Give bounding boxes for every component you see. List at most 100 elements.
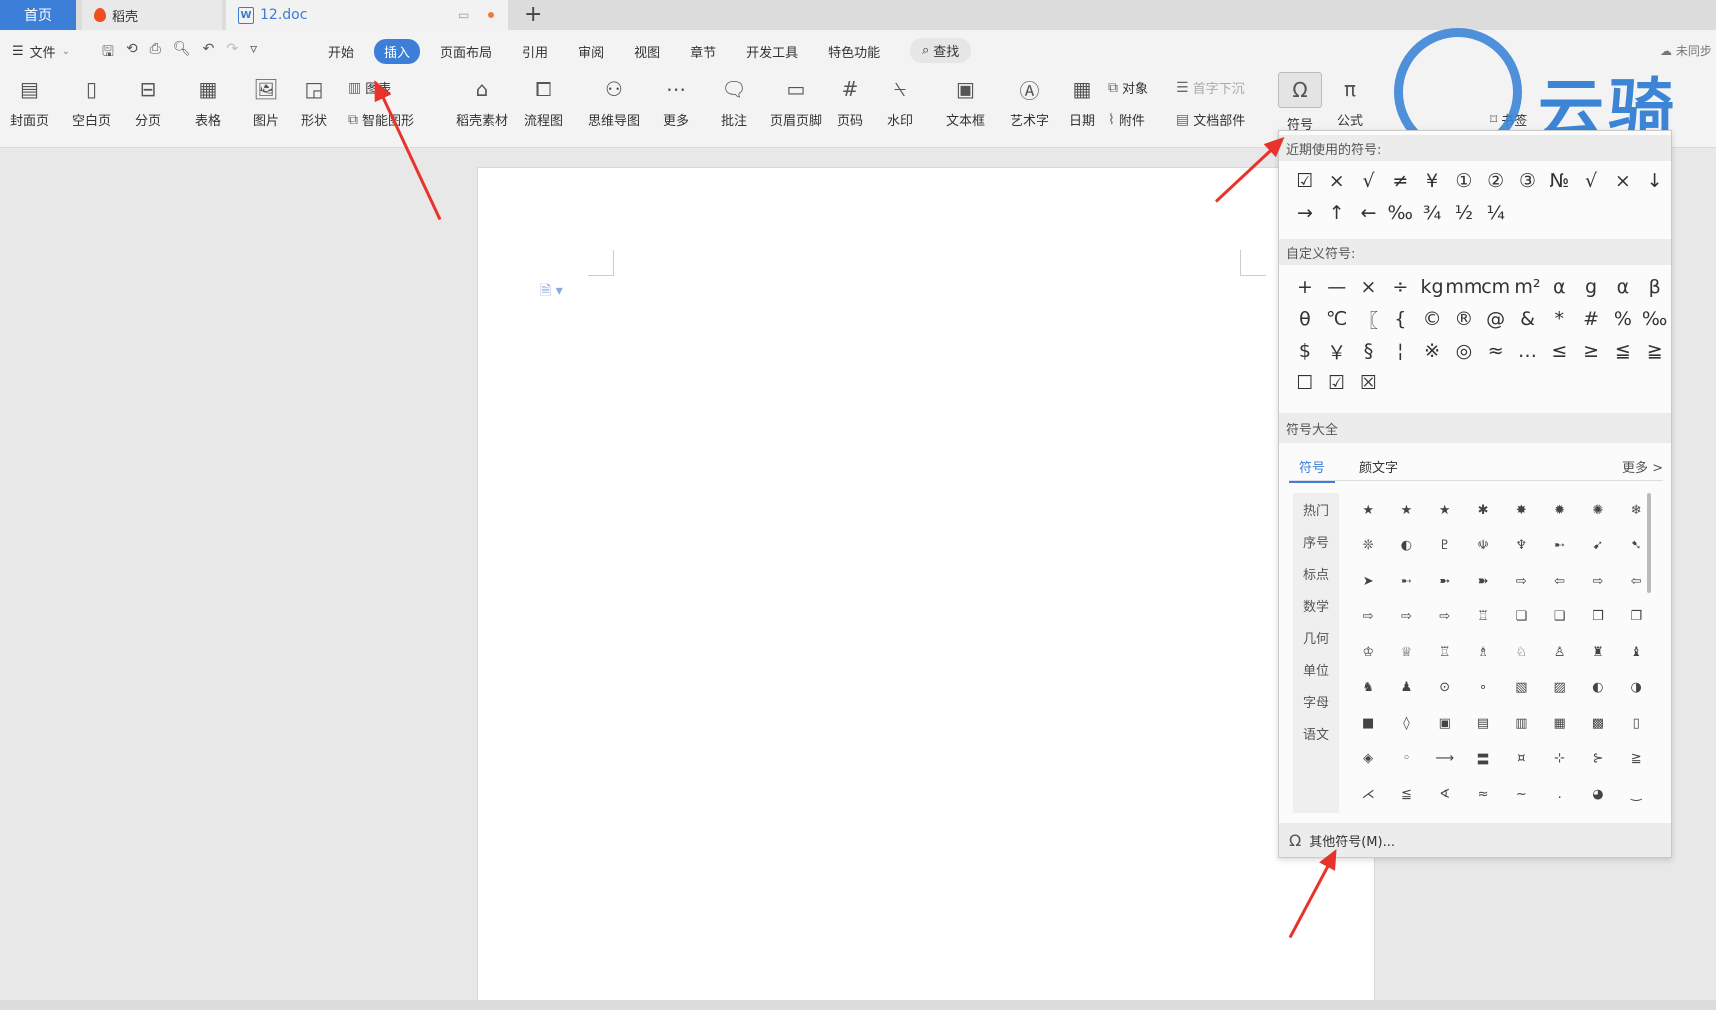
print-icon[interactable]: ⎙ (150, 41, 161, 65)
custom-symbol[interactable]: … (1512, 335, 1544, 367)
catalog-symbol[interactable]: ▣ (1426, 706, 1464, 740)
table-button[interactable]: ▦ 表格 (194, 74, 222, 129)
catalog-symbol[interactable]: ◑ (1617, 671, 1649, 705)
catalog-symbol[interactable]: ♆ (1502, 529, 1540, 563)
mindmap-button[interactable]: ⚇ 思维导图 (588, 74, 640, 129)
custom-symbol[interactable]: ¦ (1384, 335, 1416, 367)
symbol-category-item[interactable]: 热门 (1293, 493, 1339, 525)
catalog-symbol[interactable]: ◈ (1349, 742, 1387, 776)
custom-symbol[interactable]: ÷ (1384, 271, 1416, 303)
custom-symbol[interactable]: β (1639, 271, 1671, 303)
recent-symbol[interactable]: ½ (1448, 197, 1480, 229)
catalog-symbol[interactable]: ▤ (1464, 706, 1502, 740)
paragraph-options-icon[interactable]: 🗎 ▾ (540, 280, 563, 304)
symbol-category-item[interactable]: 标点 (1293, 557, 1339, 589)
recent-symbol[interactable]: ② (1480, 165, 1512, 197)
custom-symbol[interactable]: ☐ (1289, 367, 1321, 399)
catalog-symbol[interactable]: ◐ (1579, 671, 1617, 705)
custom-symbol[interactable]: ￥ (1321, 335, 1353, 367)
custom-symbol[interactable]: ≥ (1575, 335, 1607, 367)
catalog-symbol[interactable]: ★ (1426, 493, 1464, 527)
catalog-symbol[interactable]: ➼ (1426, 564, 1464, 598)
smart-shape-button[interactable]: ⧉ 智能图形 (348, 110, 414, 130)
tab-document[interactable]: W 12.doc ▭ (226, 0, 508, 30)
search-button[interactable]: ⌕ 查找 (910, 38, 972, 63)
catalog-symbol[interactable]: ▩ (1579, 706, 1617, 740)
custom-symbol[interactable]: { (1384, 303, 1416, 335)
symbol-category-item[interactable]: 几何 (1293, 621, 1339, 653)
custom-symbol[interactable]: — (1321, 271, 1353, 303)
custom-symbol[interactable]: * (1543, 303, 1575, 335)
catalog-symbol[interactable]: . (1540, 777, 1578, 811)
recent-symbol[interactable]: √ (1575, 165, 1607, 197)
formula-button[interactable]: π 公式 (1336, 74, 1364, 129)
catalog-symbol[interactable]: ✹ (1540, 493, 1578, 527)
redo-icon[interactable]: ↷ (226, 41, 238, 65)
catalog-symbol[interactable]: ≧ (1617, 742, 1649, 776)
catalog-symbol[interactable]: ⇦ (1540, 564, 1578, 598)
menu-chapter[interactable]: 章节 (680, 39, 726, 64)
custom-symbol[interactable]: mm (1445, 271, 1482, 303)
custom-symbol[interactable]: ≦ (1607, 335, 1639, 367)
tab-kaomoji[interactable]: 颜文字 (1359, 457, 1398, 476)
catalog-symbol[interactable]: ≦ (1387, 777, 1425, 811)
recent-symbol[interactable]: ① (1448, 165, 1480, 197)
daoke-materials-button[interactable]: ⌂ 稻壳素材 (456, 74, 508, 129)
recent-symbol[interactable]: ↑ (1321, 197, 1353, 229)
symbol-category-item[interactable]: 语文 (1293, 717, 1339, 749)
picture-button[interactable]: 🖼︎ 图片 (252, 74, 280, 129)
catalog-symbol[interactable]: ◦ (1387, 742, 1425, 776)
recent-symbol[interactable]: ¾ (1416, 197, 1448, 229)
catalog-symbol[interactable]: ‿ (1617, 777, 1649, 811)
page-break-button[interactable]: ⊟ 分页 (134, 74, 162, 129)
catalog-symbol[interactable]: ¤ (1502, 742, 1540, 776)
menu-start[interactable]: 开始 (318, 39, 364, 64)
custom-symbol[interactable]: cm (1480, 271, 1512, 303)
custom-symbol[interactable]: ※ (1416, 335, 1448, 367)
save-icon[interactable]: 🖫 (102, 41, 114, 65)
catalog-symbol[interactable]: ⇨ (1502, 564, 1540, 598)
catalog-symbol[interactable]: ♇ (1426, 529, 1464, 563)
new-tab-button[interactable]: + (524, 2, 542, 27)
custom-symbol[interactable]: ≧ (1639, 335, 1671, 367)
comment-button[interactable]: 🗨︎ 批注 (720, 74, 748, 129)
catalog-symbol[interactable]: ■ (1349, 706, 1387, 740)
monitor-icon[interactable]: ▭ (458, 8, 469, 22)
custom-symbol[interactable]: # (1575, 303, 1607, 335)
custom-symbol[interactable]: 〖 (1353, 303, 1385, 335)
menu-features[interactable]: 特色功能 (818, 39, 890, 64)
catalog-symbol[interactable]: ⊹ (1540, 742, 1578, 776)
catalog-symbol[interactable]: ❊ (1349, 529, 1387, 563)
catalog-symbol[interactable]: ▨ (1540, 671, 1578, 705)
menu-insert[interactable]: 插入 (374, 39, 421, 64)
menu-developer[interactable]: 开发工具 (736, 39, 808, 64)
catalog-symbol[interactable]: ♗ (1464, 635, 1502, 669)
custom-symbol[interactable]: © (1416, 303, 1448, 335)
watermark-button[interactable]: ⍀ 水印 (886, 74, 914, 129)
more-button[interactable]: ⋯ 更多 (662, 74, 690, 129)
symbol-button[interactable]: Ω 符号 (1278, 72, 1322, 133)
blank-page-button[interactable]: ▯ 空白页 (72, 74, 111, 129)
recent-symbol[interactable]: ← (1353, 197, 1385, 229)
print-preview-icon[interactable]: 🔍︎ (173, 41, 191, 65)
undo-icon[interactable]: ↶ (203, 41, 215, 65)
menu-page-layout[interactable]: 页面布局 (430, 39, 502, 64)
catalog-symbol[interactable]: ⇨ (1579, 564, 1617, 598)
menu-references[interactable]: 引用 (512, 39, 558, 64)
menu-view[interactable]: 视图 (624, 39, 670, 64)
catalog-symbol[interactable]: ⟶ (1426, 742, 1464, 776)
customize-icon[interactable]: ▿ (250, 41, 257, 65)
custom-symbol[interactable]: % (1607, 303, 1639, 335)
catalog-symbol[interactable]: ♕ (1387, 635, 1425, 669)
catalog-symbol[interactable]: ⇦ (1617, 564, 1649, 598)
catalog-symbol[interactable]: ♙ (1540, 635, 1578, 669)
custom-symbol[interactable]: ☑ (1321, 367, 1353, 399)
catalog-symbol[interactable]: ♟ (1387, 671, 1425, 705)
tab-symbols[interactable]: 符号 (1289, 457, 1336, 483)
catalog-symbol[interactable]: ➸ (1387, 564, 1425, 598)
catalog-symbol[interactable]: ◊ (1387, 706, 1425, 740)
catalog-symbol[interactable]: ♖ (1426, 635, 1464, 669)
shape-button[interactable]: ◲ 形状 (300, 74, 328, 129)
recent-symbol[interactable]: → (1289, 197, 1321, 229)
catalog-symbol[interactable]: ❑ (1540, 600, 1578, 634)
